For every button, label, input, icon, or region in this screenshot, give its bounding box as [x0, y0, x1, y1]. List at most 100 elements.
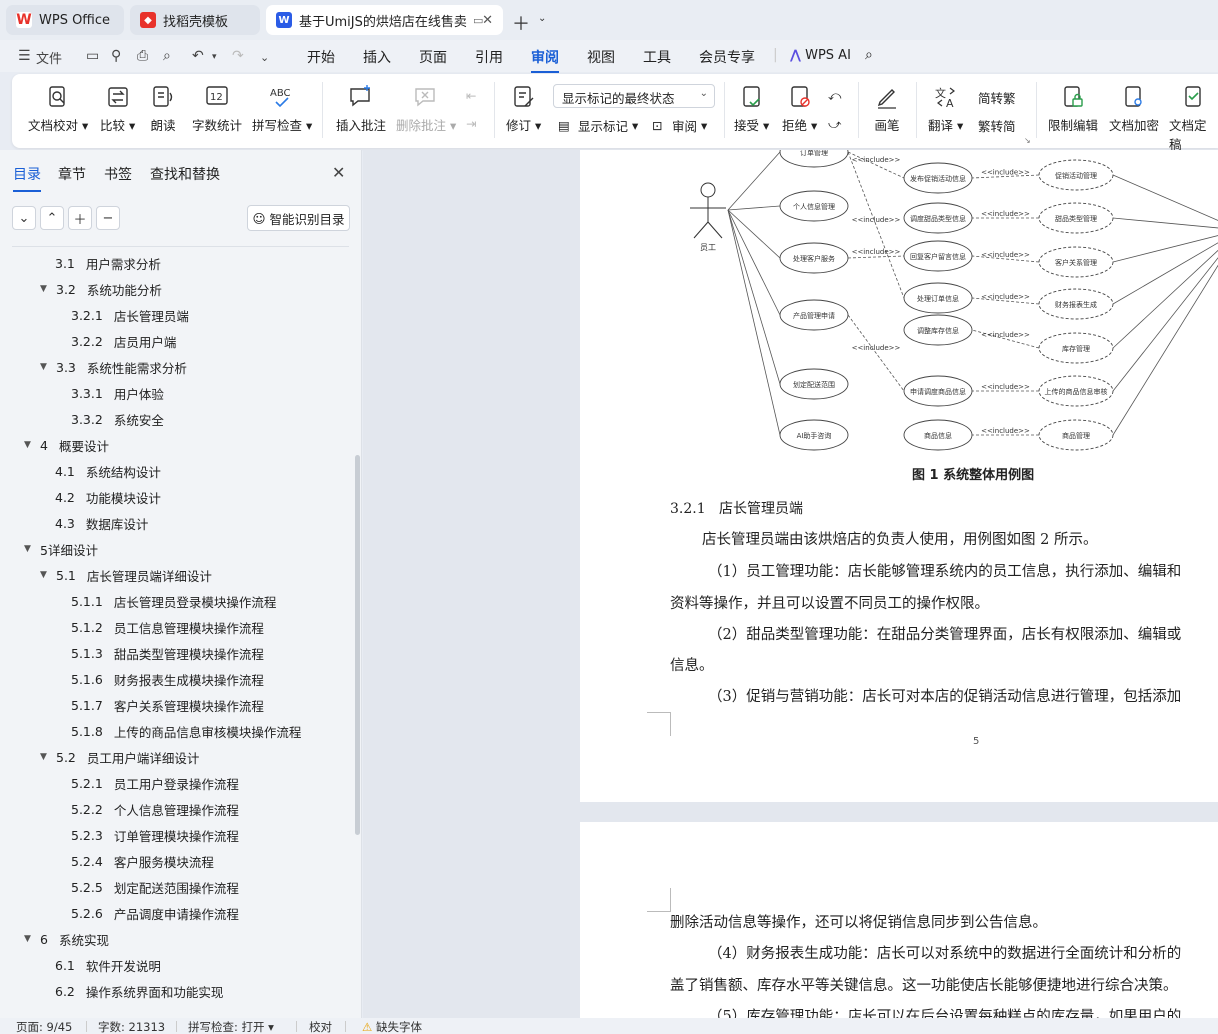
toc-item[interactable]: 5.2.1 员工用户登录操作流程 [71, 770, 239, 796]
to-simplified-button[interactable]: 繁转简 [978, 116, 1016, 135]
toc-item[interactable]: 6.1 软件开发说明 [55, 952, 161, 978]
finalize-button[interactable]: 文档定稿 [1169, 84, 1218, 153]
translate-button[interactable]: 文A 翻译 ▾ [928, 84, 963, 134]
menu-tools[interactable]: 工具 [643, 47, 671, 67]
prev-change-icon[interactable]: ⤺ [828, 88, 841, 104]
proof-status[interactable]: 校对 [309, 1019, 332, 1034]
add-heading-button[interactable]: ＋ [68, 206, 92, 230]
collapse-button[interactable]: ⌄ [12, 206, 36, 230]
file-menu[interactable]: 文件 [36, 48, 62, 67]
more-icon[interactable]: ⌄ [260, 51, 269, 64]
next-comment-icon[interactable]: ⇥ [466, 116, 476, 131]
tab-toc[interactable]: 目录 [13, 164, 41, 192]
restrict-edit-button[interactable]: 限制编辑 [1048, 84, 1098, 134]
menu-view[interactable]: 视图 [587, 47, 615, 67]
menu-page[interactable]: 页面 [419, 47, 447, 67]
toc-item[interactable]: ▼ 3.3 系统性能需求分析 [40, 354, 187, 380]
page-indicator[interactable]: 页面: 9/45 [16, 1019, 72, 1034]
markup-mode-select[interactable]: 显示标记的最终状态 ⌄ [553, 84, 715, 108]
toc-item[interactable]: 5.1.6 财务报表生成模块操作流程 [71, 666, 264, 692]
toc-item[interactable]: ▼ 5.1 店长管理员端详细设计 [40, 562, 212, 588]
reject-button[interactable]: 拒绝 ▾ [782, 84, 817, 134]
toc-item[interactable]: 5.2.3 订单管理模块操作流程 [71, 822, 239, 848]
toc-item[interactable]: ▼ 5详细设计 [24, 536, 98, 562]
prev-comment-icon[interactable]: ⇤ [466, 88, 476, 103]
print-icon[interactable]: ⎙ [137, 48, 148, 64]
menu-member[interactable]: 会员专享 [699, 47, 755, 67]
hamburger-icon[interactable]: ☰ [18, 48, 31, 64]
expand-arrow-icon[interactable]: ▼ [24, 934, 38, 944]
show-markup-button[interactable]: ▤ 显示标记 ▾ [558, 116, 638, 135]
tab-wps-office[interactable]: W WPS Office [6, 5, 124, 35]
expand-arrow-icon[interactable]: ▼ [24, 544, 38, 554]
toc-item[interactable]: 4.2 功能模块设计 [55, 484, 161, 510]
insert-comment-button[interactable]: 插入批注 [336, 84, 386, 134]
spell-check-button[interactable]: ABC 拼写检查 ▾ [252, 84, 312, 134]
undo-icon[interactable]: ↶ [192, 48, 204, 64]
word-count-button[interactable]: 12 字数统计 [192, 84, 242, 134]
toc-item[interactable]: 4.3 数据库设计 [55, 510, 148, 536]
search-icon[interactable]: ⌕ [865, 47, 873, 63]
toc-item[interactable]: 5.2.5 划定配送范围操作流程 [71, 874, 239, 900]
tab-sections[interactable]: 章节 [58, 164, 86, 184]
smart-toc-button[interactable]: ☺ 智能识别目录 [247, 205, 350, 231]
draw-button[interactable]: 画笔 [874, 84, 900, 134]
menu-start[interactable]: 开始 [307, 47, 335, 67]
close-icon[interactable]: ✕ [482, 13, 493, 28]
scrollbar[interactable] [355, 455, 360, 835]
toc-item[interactable]: 5.2.6 产品调度申请操作流程 [71, 900, 239, 926]
toc-item[interactable]: 3.2.1 店长管理员端 [71, 302, 189, 328]
wps-ai-button[interactable]: ⋀ WPS AI [790, 48, 851, 63]
toc-item[interactable]: 3.3.2 系统安全 [71, 406, 164, 432]
redo-icon[interactable]: ↷ [232, 48, 244, 64]
toc-item[interactable]: ▼ 4 概要设计 [24, 432, 109, 458]
word-count-status[interactable]: 字数: 21313 [98, 1019, 165, 1034]
tab-docer[interactable]: ◆ 找稻壳模板 [130, 5, 260, 35]
toc-item[interactable]: 6.2 操作系统界面和功能实现 [55, 978, 223, 1004]
toc-item[interactable]: ▼ 6 系统实现 [24, 926, 109, 952]
toc-item[interactable]: 5.2.2 个人信息管理操作流程 [71, 796, 239, 822]
tab-document[interactable]: W 基于UmiJS的烘焙店在线售卖 ▭ ✕ [266, 5, 503, 35]
toc-item[interactable]: 3.1 用户需求分析 [55, 250, 161, 276]
toc-item[interactable]: 5.1.2 员工信息管理模块操作流程 [71, 614, 264, 640]
expand-button[interactable]: ⌃ [40, 206, 64, 230]
proofread-button[interactable]: 文档校对 ▾ [28, 84, 88, 134]
toc-item[interactable]: 4.1 系统结构设计 [55, 458, 161, 484]
toc-item[interactable]: 3.3.1 用户体验 [71, 380, 164, 406]
tab-find-replace[interactable]: 查找和替换 [150, 164, 220, 184]
accept-button[interactable]: 接受 ▾ [734, 84, 769, 134]
toc-item[interactable]: ▼ 5.2 员工用户端详细设计 [40, 744, 199, 770]
expand-arrow-icon[interactable]: ▼ [40, 362, 54, 372]
compare-button[interactable]: 比较 ▾ [100, 84, 135, 134]
track-changes-button[interactable]: 修订 ▾ [506, 84, 541, 134]
expand-arrow-icon[interactable]: ▼ [40, 570, 54, 580]
share-icon[interactable]: ⚲ [111, 48, 121, 64]
tab-bookmarks[interactable]: 书签 [104, 164, 132, 184]
close-icon[interactable]: ✕ [332, 163, 345, 182]
expand-arrow-icon[interactable]: ▼ [24, 440, 38, 450]
review-pane-button[interactable]: ⊡ 审阅 ▾ [652, 116, 707, 135]
read-aloud-button[interactable]: 朗读 [150, 84, 176, 134]
new-tab-icon[interactable]: ＋ [512, 10, 530, 36]
expand-arrow-icon[interactable]: ▼ [40, 752, 54, 762]
toc-item[interactable]: 5.1.8 上传的商品信息审核模块操作流程 [71, 718, 301, 744]
to-traditional-button[interactable]: 简转繁 [978, 88, 1016, 107]
spell-check-status[interactable]: 拼写检查: 打开 ▾ [188, 1019, 274, 1034]
toc-item[interactable]: 5.1.1 店长管理员登录模块操作流程 [71, 588, 276, 614]
toc-item[interactable]: 5.1.3 甜品类型管理模块操作流程 [71, 640, 264, 666]
next-change-icon[interactable]: ⤻ [828, 116, 841, 132]
menu-review[interactable]: 审阅 [531, 47, 559, 73]
dialog-launcher-icon[interactable]: ↘ [1024, 136, 1031, 145]
menu-reference[interactable]: 引用 [475, 47, 503, 67]
save-icon[interactable]: ▭ [86, 48, 99, 64]
chevron-down-icon[interactable]: ⌄ [538, 13, 546, 24]
expand-arrow-icon[interactable]: ▼ [40, 284, 54, 294]
chevron-down-icon[interactable]: ▾ [212, 52, 217, 62]
remove-heading-button[interactable]: − [96, 206, 120, 230]
toc-item[interactable]: 5.2.4 客户服务模块流程 [71, 848, 214, 874]
encrypt-button[interactable]: 文档加密 [1109, 84, 1159, 134]
toc-item[interactable]: 5.1.7 客户关系管理模块操作流程 [71, 692, 264, 718]
menu-insert[interactable]: 插入 [363, 47, 391, 67]
missing-font-status[interactable]: ⚠ 缺失字体 [362, 1019, 422, 1034]
toc-item[interactable]: ▼ 3.2 系统功能分析 [40, 276, 162, 302]
